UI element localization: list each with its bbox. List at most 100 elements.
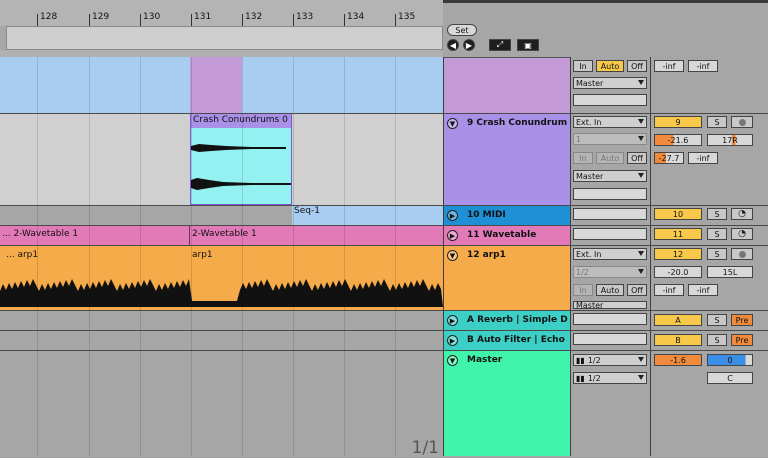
return-a-activator[interactable]: A — [654, 314, 702, 326]
track-head-11[interactable]: ▶ 11 Wavetable — [443, 225, 570, 245]
midi-from-field[interactable] — [573, 208, 647, 220]
inf-field-12-b[interactable]: -inf — [688, 284, 718, 296]
arm-button-11[interactable]: ◔ — [731, 228, 753, 240]
overview-divider — [0, 50, 443, 57]
wavetable-from-field[interactable] — [573, 228, 647, 240]
master-pan-field[interactable]: 0 — [707, 354, 753, 366]
input-auto-button[interactable]: Auto — [596, 60, 624, 72]
fold-arrow-icon[interactable]: ▶ — [447, 210, 458, 221]
volume-field-9[interactable]: -21.6 — [654, 134, 702, 146]
overview-band[interactable] — [6, 26, 443, 50]
return-b-from-field[interactable] — [573, 333, 647, 345]
volume-field-12[interactable]: -20.0 — [654, 266, 702, 278]
lane-4[interactable]: ... 2-Wavetable 1 2-Wavetable 1 — [0, 225, 443, 245]
return-b-activator[interactable]: B — [654, 334, 702, 346]
fold-arrow-icon[interactable]: ▶ — [447, 335, 458, 346]
master-out-select-1[interactable]: ▮▮ 1/2 — [573, 354, 647, 366]
input-channel-select[interactable]: 1 — [573, 133, 647, 145]
fold-arrow-icon[interactable]: ▼ — [447, 355, 458, 366]
fold-arrow-icon[interactable]: ▶ — [447, 230, 458, 241]
input-channel-select-12[interactable]: 1/2 — [573, 266, 647, 278]
beat-ruler[interactable]: 128 129 130 131 132 133 134 135 — [0, 0, 443, 26]
top-inf-b[interactable]: -inf — [688, 60, 718, 72]
lane-3[interactable]: Seq-1 — [0, 205, 443, 225]
input-type-select-12[interactable]: Ext. In — [573, 248, 647, 260]
track-head-return-a[interactable]: ▶ A Reverb | Simple D — [443, 310, 570, 330]
track-activator-9[interactable]: 9 — [654, 116, 702, 128]
output-select-12[interactable]: Master — [573, 301, 647, 309]
crash-clip-title: Crash Conundrums 0 — [193, 115, 288, 125]
track-name-12: 12 arp1 — [467, 250, 506, 260]
monitor-auto-button-12[interactable]: Auto — [596, 284, 624, 296]
lane-1[interactable] — [0, 57, 443, 113]
lock-icon[interactable]: ▣ — [517, 39, 539, 51]
input-type-select[interactable]: Ext. In — [573, 116, 647, 128]
monitor-in-button-12[interactable]: In — [573, 284, 593, 296]
monitor-off-button-12[interactable]: Off — [627, 284, 647, 296]
wavetable-clip-right[interactable]: 2-Wavetable 1 — [190, 225, 443, 245]
nav-right-icon[interactable]: ▶ — [463, 39, 475, 51]
lane-return-a[interactable] — [0, 310, 443, 330]
pink-clip-region[interactable] — [190, 57, 242, 113]
nav-left-icon[interactable]: ◀ — [447, 39, 459, 51]
return-b-solo[interactable]: S — [707, 334, 727, 346]
track-activator-10[interactable]: 10 — [654, 208, 702, 220]
ruler-tick — [395, 14, 396, 26]
output-select[interactable]: Master — [573, 77, 647, 89]
solo-button-11[interactable]: S — [707, 228, 727, 240]
solo-button-10[interactable]: S — [707, 208, 727, 220]
return-a-from-field[interactable] — [573, 313, 647, 325]
crash-clip[interactable]: Crash Conundrums 0 — [190, 113, 292, 205]
track-head-9[interactable]: ▼ 9 Crash Conundrum — [443, 113, 570, 205]
row-sep — [0, 330, 768, 331]
track-head-10[interactable]: ▶ 10 MIDI — [443, 205, 570, 225]
arm-button-12[interactable] — [731, 248, 753, 260]
ruler-bar-number: 128 — [40, 12, 58, 22]
track-activator-11[interactable]: 11 — [654, 228, 702, 240]
arm-button-10[interactable]: ◔ — [731, 208, 753, 220]
expand-icon[interactable]: ⤢ — [489, 39, 511, 51]
arm-button-9[interactable] — [731, 116, 753, 128]
peak-field-9[interactable]: -27.7 — [654, 152, 684, 164]
track-head-return-b[interactable]: ▶ B Auto Filter | Echo — [443, 330, 570, 350]
track-head-0[interactable] — [443, 57, 570, 113]
divider-arrangement — [443, 57, 444, 456]
monitor-auto-button[interactable]: Auto — [596, 152, 624, 164]
fold-arrow-icon[interactable]: ▼ — [447, 250, 458, 261]
record-arm-icon: ◔ — [738, 209, 746, 219]
input-in-button[interactable]: In — [573, 60, 593, 72]
solo-button-9[interactable]: S — [707, 116, 727, 128]
lane-master[interactable]: 1/1 — [0, 350, 443, 458]
return-a-solo[interactable]: S — [707, 314, 727, 326]
fold-arrow-icon[interactable]: ▼ — [447, 118, 458, 129]
lane-5[interactable]: ... arp1 arp1 — [0, 245, 443, 310]
inf-field-12-a[interactable]: -inf — [654, 284, 684, 296]
set-button[interactable]: Set — [447, 24, 477, 36]
top-inf-a[interactable]: -inf — [654, 60, 684, 72]
return-b-pre[interactable]: Pre — [731, 334, 753, 346]
row-sep — [0, 225, 768, 226]
pan-field-12[interactable]: 15L — [707, 266, 753, 278]
track-head-12[interactable]: ▼ 12 arp1 — [443, 245, 570, 310]
monitor-in-button[interactable]: In — [573, 152, 593, 164]
lane-return-b[interactable] — [0, 330, 443, 350]
wavetable-clip-left[interactable]: ... 2-Wavetable 1 — [0, 225, 190, 245]
master-cue-field[interactable]: C — [707, 372, 753, 384]
track-activator-12[interactable]: 12 — [654, 248, 702, 260]
fold-arrow-icon[interactable]: ▶ — [447, 315, 458, 326]
page-indicator: 1/1 — [411, 438, 439, 458]
lane-2[interactable]: Crash Conundrums 0 — [0, 113, 443, 205]
master-volume-field[interactable]: -1.6 — [654, 354, 702, 366]
monitor-off-button[interactable]: Off — [627, 152, 647, 164]
track-head-master[interactable]: ▼ Master — [443, 350, 570, 456]
seq-clip[interactable]: Seq-1 — [292, 205, 443, 225]
output-select-9[interactable]: Master — [573, 170, 647, 182]
input-off-button[interactable]: Off — [627, 60, 647, 72]
return-a-pre[interactable]: Pre — [731, 314, 753, 326]
master-out-select-2[interactable]: ▮▮ 1/2 — [573, 372, 647, 384]
inf-field-9[interactable]: -inf — [688, 152, 718, 164]
pan-field-9[interactable]: 17R — [707, 134, 753, 146]
output-sub-field-9[interactable] — [573, 188, 647, 200]
solo-button-12[interactable]: S — [707, 248, 727, 260]
output-sub-field[interactable] — [573, 94, 647, 106]
